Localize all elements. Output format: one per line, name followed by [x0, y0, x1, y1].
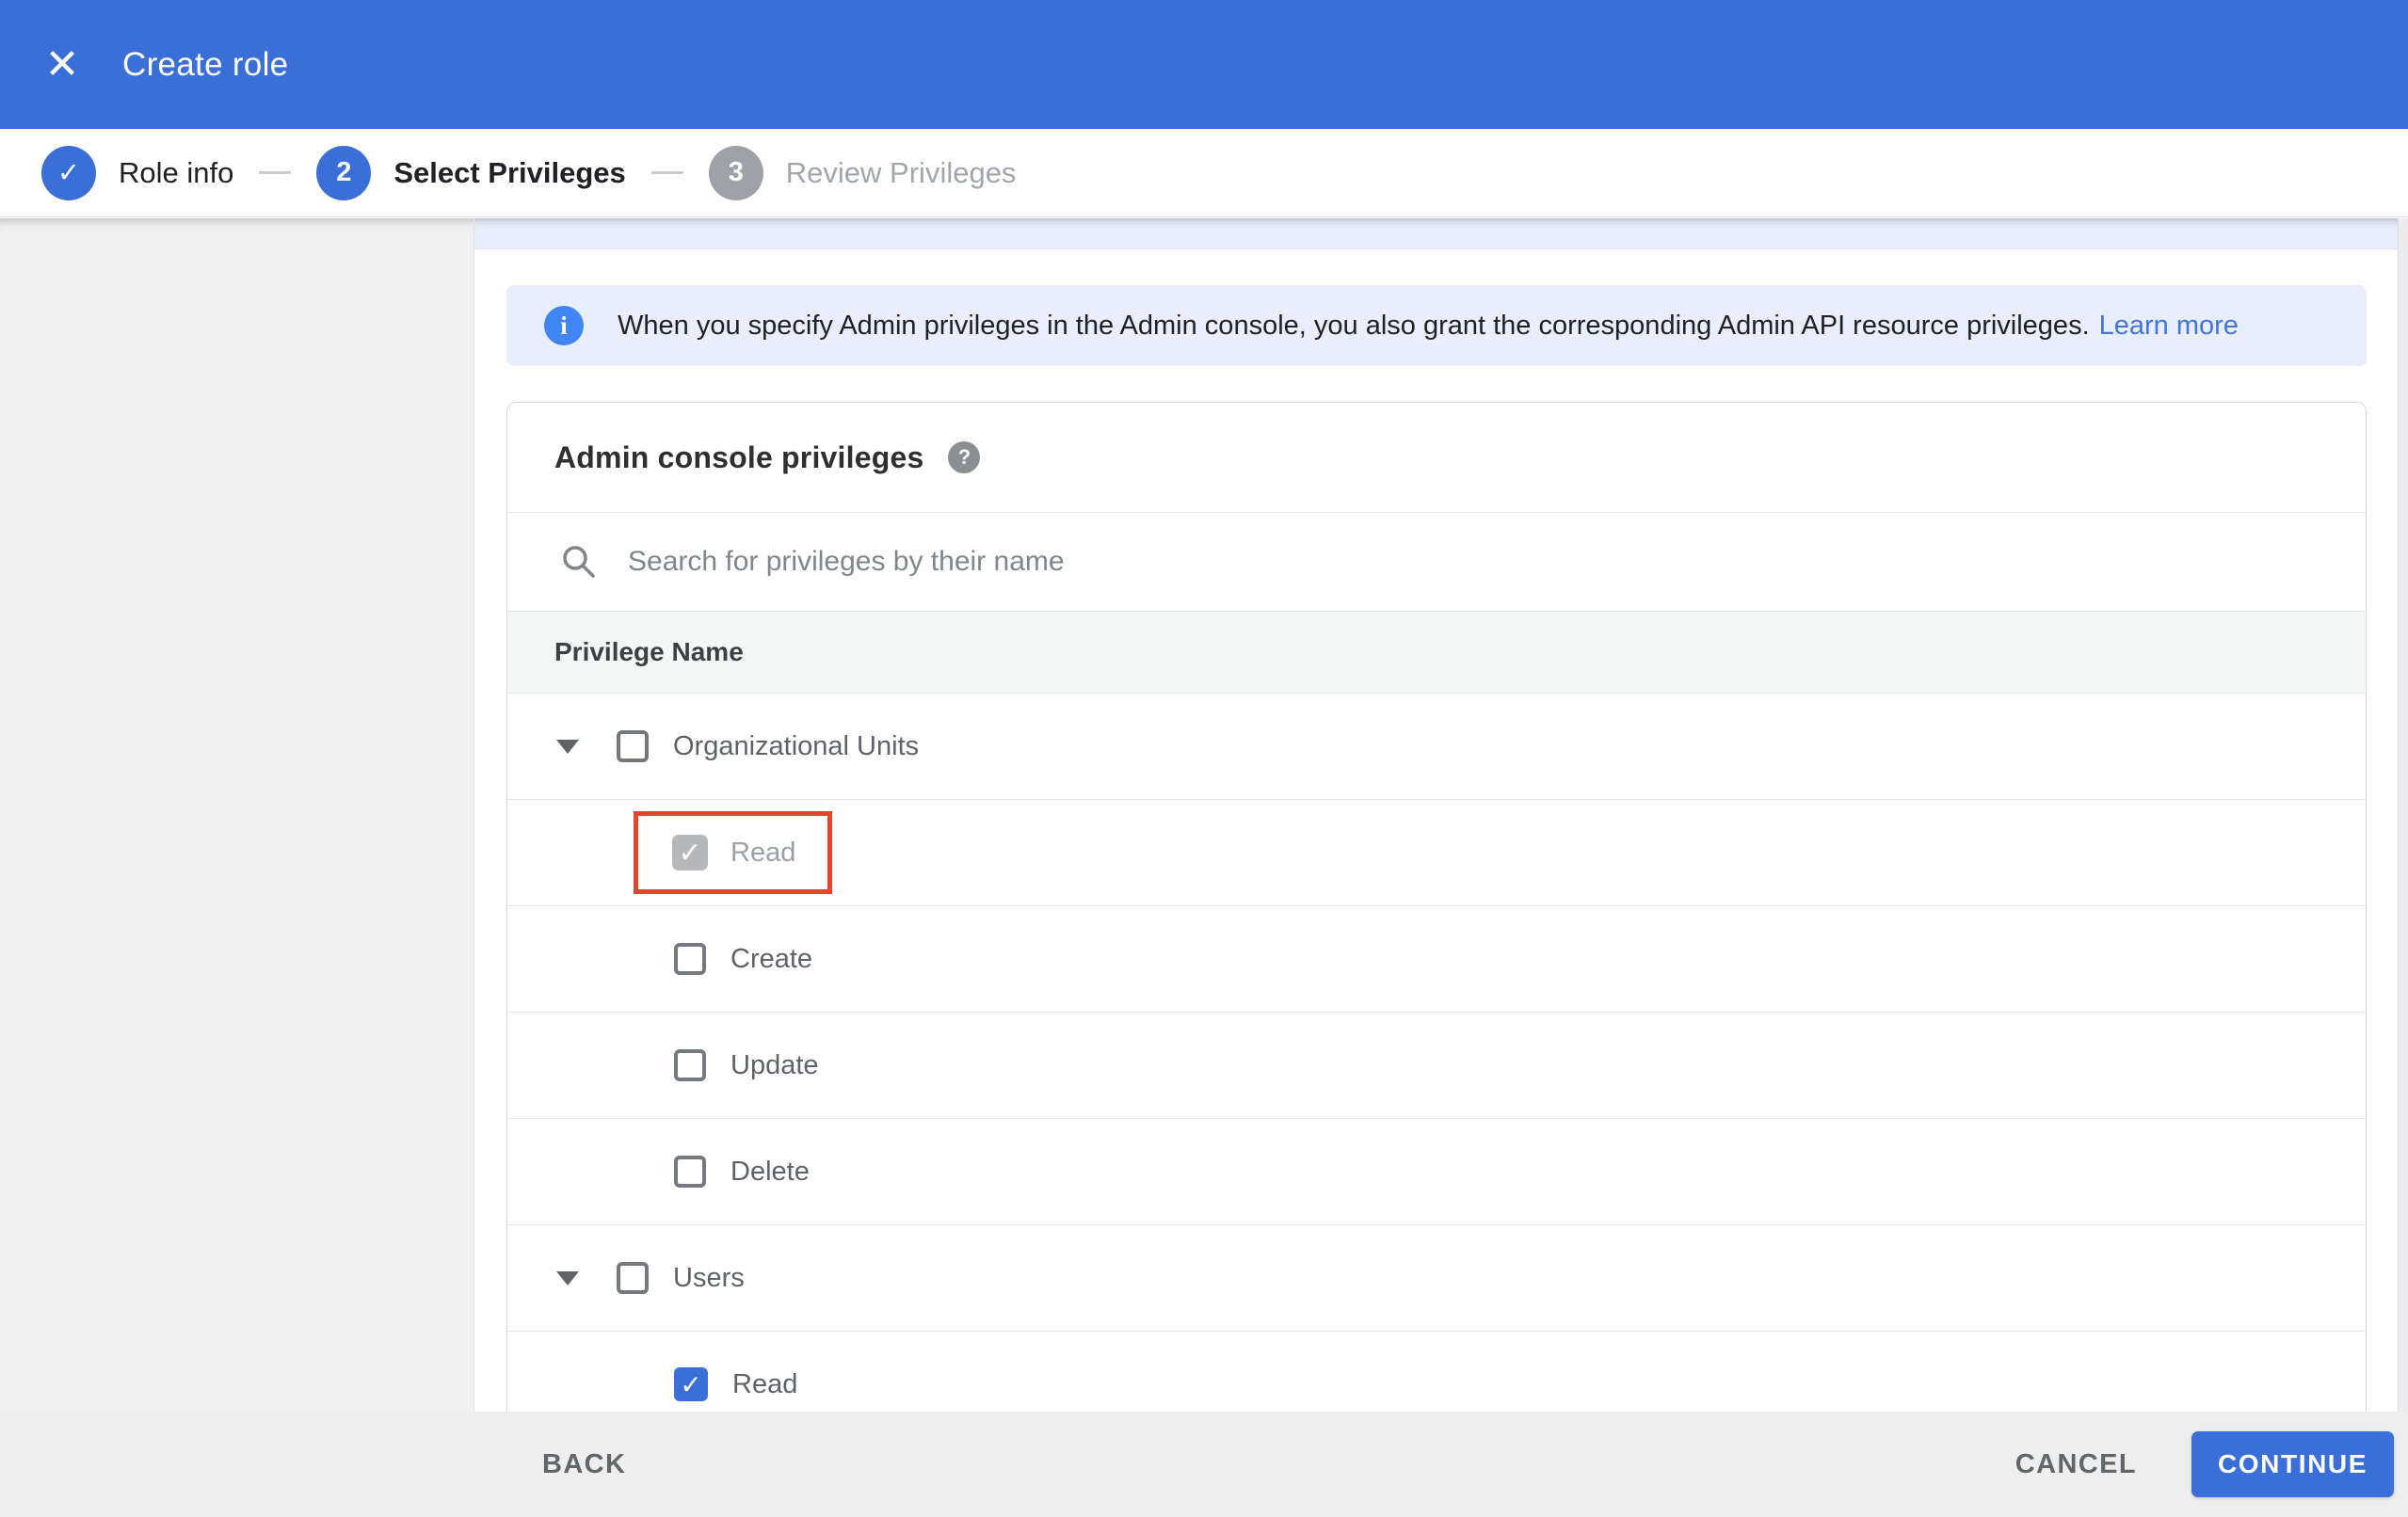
close-icon[interactable]: ✕: [41, 43, 83, 86]
back-button[interactable]: BACK: [537, 1412, 632, 1517]
table-header: Privilege Name: [507, 611, 2366, 694]
dialog-title: Create role: [122, 45, 289, 83]
search-row: [507, 513, 2366, 611]
dialog-header: ✕ Create role: [0, 0, 2408, 129]
privileges-card: Admin console privileges ? Privilege Nam…: [506, 402, 2367, 1412]
footer-bar: BACK CANCEL CONTINUE: [0, 1412, 2408, 1517]
step-connector: [650, 171, 683, 174]
step-label: Select Privileges: [393, 155, 626, 189]
learn-more-link[interactable]: Learn more: [2099, 311, 2239, 342]
wizard-stepper: ✓ Role info 2 Select Privileges 3 Review…: [0, 129, 2408, 217]
privilege-checkbox[interactable]: [674, 1049, 706, 1081]
banner-text: When you specify Admin privileges in the…: [618, 310, 2090, 341]
cancel-button[interactable]: CANCEL: [2010, 1412, 2143, 1517]
privilege-table-body: Organizational Units ✓ Read Create Update Del…: [507, 694, 2366, 1412]
expand-arrow-icon[interactable]: [556, 739, 579, 754]
table-row: ✓ Read: [507, 1332, 2366, 1412]
card-title: Admin console privileges: [554, 439, 924, 474]
privilege-label: Read: [732, 1368, 798, 1399]
privilege-label: Delete: [730, 1156, 810, 1187]
search-icon: [563, 546, 595, 578]
step-select-privileges[interactable]: 2 Select Privileges: [316, 145, 626, 200]
continue-button[interactable]: CONTINUE: [2191, 1431, 2394, 1497]
step-connector: [259, 171, 292, 174]
table-row: Organizational Units: [507, 694, 2366, 800]
step-label: Review Privileges: [785, 155, 1017, 189]
table-row: Delete: [507, 1119, 2366, 1225]
step-label: Role info: [119, 155, 234, 189]
privilege-label: Create: [730, 943, 813, 974]
table-row: Update: [507, 1013, 2366, 1119]
privilege-checkbox[interactable]: ✓: [672, 835, 708, 870]
left-sidebar: [0, 218, 474, 1412]
table-row: Users: [507, 1225, 2366, 1332]
privilege-label: Users: [673, 1262, 745, 1293]
table-header-label: Privilege Name: [554, 637, 744, 666]
step-number-icon: 2: [316, 145, 372, 200]
step-role-info[interactable]: ✓ Role info: [41, 145, 234, 200]
info-banner: i When you specify Admin privileges in t…: [506, 285, 2367, 366]
step-number-icon: 3: [708, 145, 763, 200]
privilege-checkbox[interactable]: [617, 730, 649, 762]
info-icon: i: [544, 306, 584, 345]
table-row: ✓ Read: [507, 800, 2366, 906]
step-done-check-icon: ✓: [41, 145, 96, 200]
privilege-label: Update: [730, 1049, 819, 1080]
privilege-checkbox[interactable]: ✓: [674, 1367, 708, 1401]
search-input[interactable]: [626, 533, 2366, 591]
content-pane: i When you specify Admin privileges in t…: [474, 218, 2408, 1412]
table-row: Create: [507, 906, 2366, 1013]
privilege-label: Organizational Units: [673, 730, 920, 761]
scrolled-tab-strip: [474, 218, 2399, 249]
dialog-body: i When you specify Admin privileges in t…: [0, 218, 2408, 1412]
selection-highlight: ✓ Read: [634, 811, 833, 894]
card-title-row: Admin console privileges ?: [507, 403, 2366, 513]
privilege-checkbox[interactable]: [674, 943, 706, 975]
scrollbar[interactable]: [2398, 218, 2408, 1412]
help-icon[interactable]: ?: [948, 441, 981, 473]
privilege-checkbox[interactable]: [674, 1156, 706, 1188]
step-review-privileges[interactable]: 3 Review Privileges: [708, 145, 1017, 200]
privilege-checkbox[interactable]: [617, 1262, 649, 1294]
privilege-label: Read: [730, 837, 796, 868]
expand-arrow-icon[interactable]: [556, 1270, 579, 1285]
